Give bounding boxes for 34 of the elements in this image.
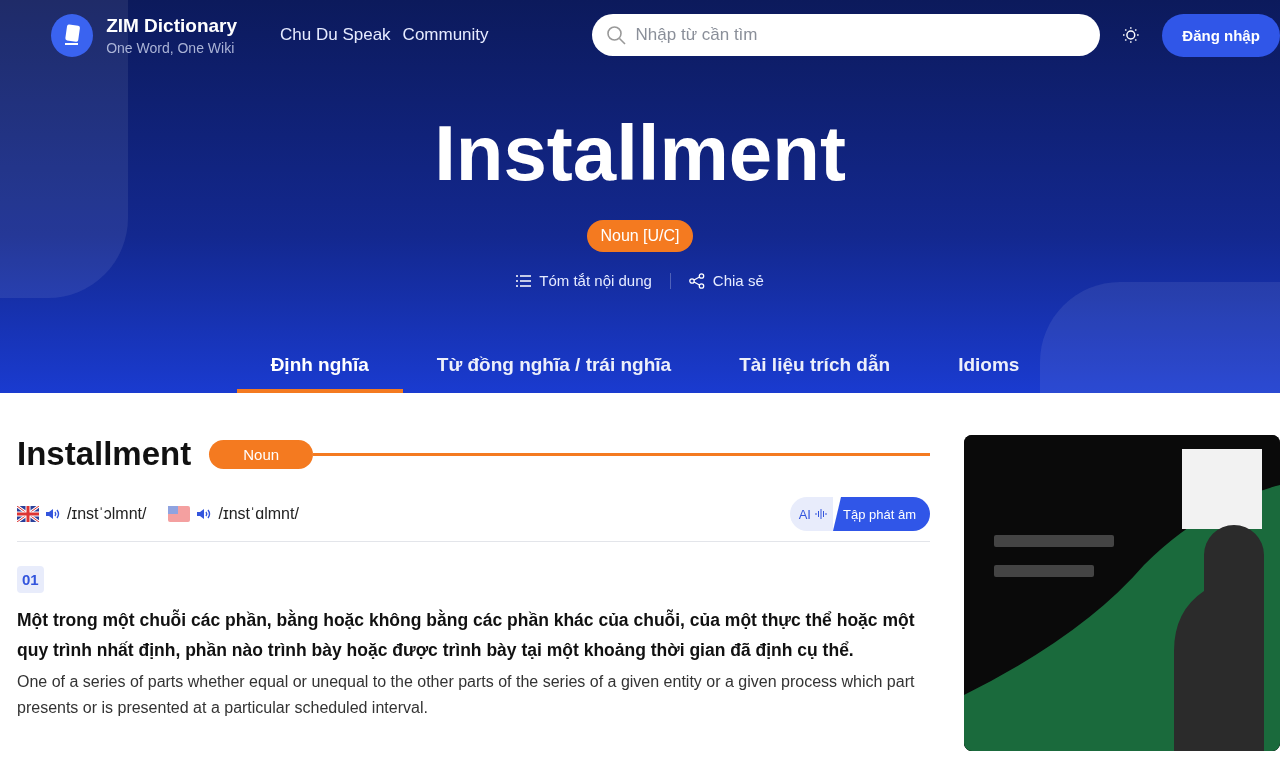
tab[interactable]: Tài liệu trích dẫn — [705, 340, 925, 393]
uk-flag-icon — [17, 506, 39, 522]
us-flag-icon — [168, 506, 191, 522]
part-of-speech-tag: Noun [U/C] — [587, 220, 693, 252]
search-field[interactable]: Nhập từ cần tìm — [591, 14, 1100, 56]
tab[interactable]: Idioms — [924, 340, 1054, 393]
ipa-text: /ɪnstˈɔlmnt/ — [67, 505, 147, 523]
ai-label: AI — [789, 497, 833, 531]
summary-button[interactable]: Tóm tắt nội dung — [516, 272, 652, 289]
sense-number: 01 — [17, 566, 44, 593]
entry-word: Installment — [17, 435, 192, 473]
tab[interactable]: Định nghĩa — [236, 340, 403, 393]
login-button[interactable]: Đăng nhập — [1162, 13, 1280, 57]
part-of-speech-tag: Noun — [209, 439, 314, 469]
speaker-icon[interactable] — [196, 507, 213, 521]
share-button[interactable]: Chia sẻ — [688, 272, 764, 289]
ipa-text: /ɪnstˈɑlmnt/ — [218, 505, 299, 523]
definition-vietnamese: Một trong một chuỗi các phần, bằng hoặc không bằng các phần khác của chuỗi, của một thực thể hoặc một quy trình nhất định, phần nào trình bày hoặc được trình bày tại một khoảng thời gian đã định cụ thể. — [17, 608, 916, 662]
site-tagline: One Word, One Wiki — [106, 39, 236, 56]
speaker-icon[interactable] — [45, 507, 61, 521]
share-icon — [688, 272, 705, 289]
practice-pronunciation-button[interactable]: Tập phát âm — [833, 497, 930, 531]
list-icon — [516, 274, 532, 287]
nav-link[interactable]: Chu Du Speak — [280, 25, 391, 45]
ad-banner-image[interactable] — [964, 435, 1280, 751]
tab[interactable]: Từ đồng nghĩa / trái nghĩa — [402, 340, 706, 393]
book-logo-icon[interactable] — [51, 13, 94, 57]
soundwave-icon — [815, 508, 827, 520]
nav-link[interactable]: Community — [402, 25, 489, 45]
definition-english: One of a series of parts whether equal or unequal to the other parts of the series of a given entity or a given process which part presents or is presented at a particular scheduled interval. — [17, 672, 916, 718]
search-icon — [605, 25, 626, 45]
site-title: ZIM Dictionary — [106, 14, 238, 37]
sun-icon[interactable] — [1121, 26, 1140, 44]
hero-word: Installment — [434, 114, 846, 192]
